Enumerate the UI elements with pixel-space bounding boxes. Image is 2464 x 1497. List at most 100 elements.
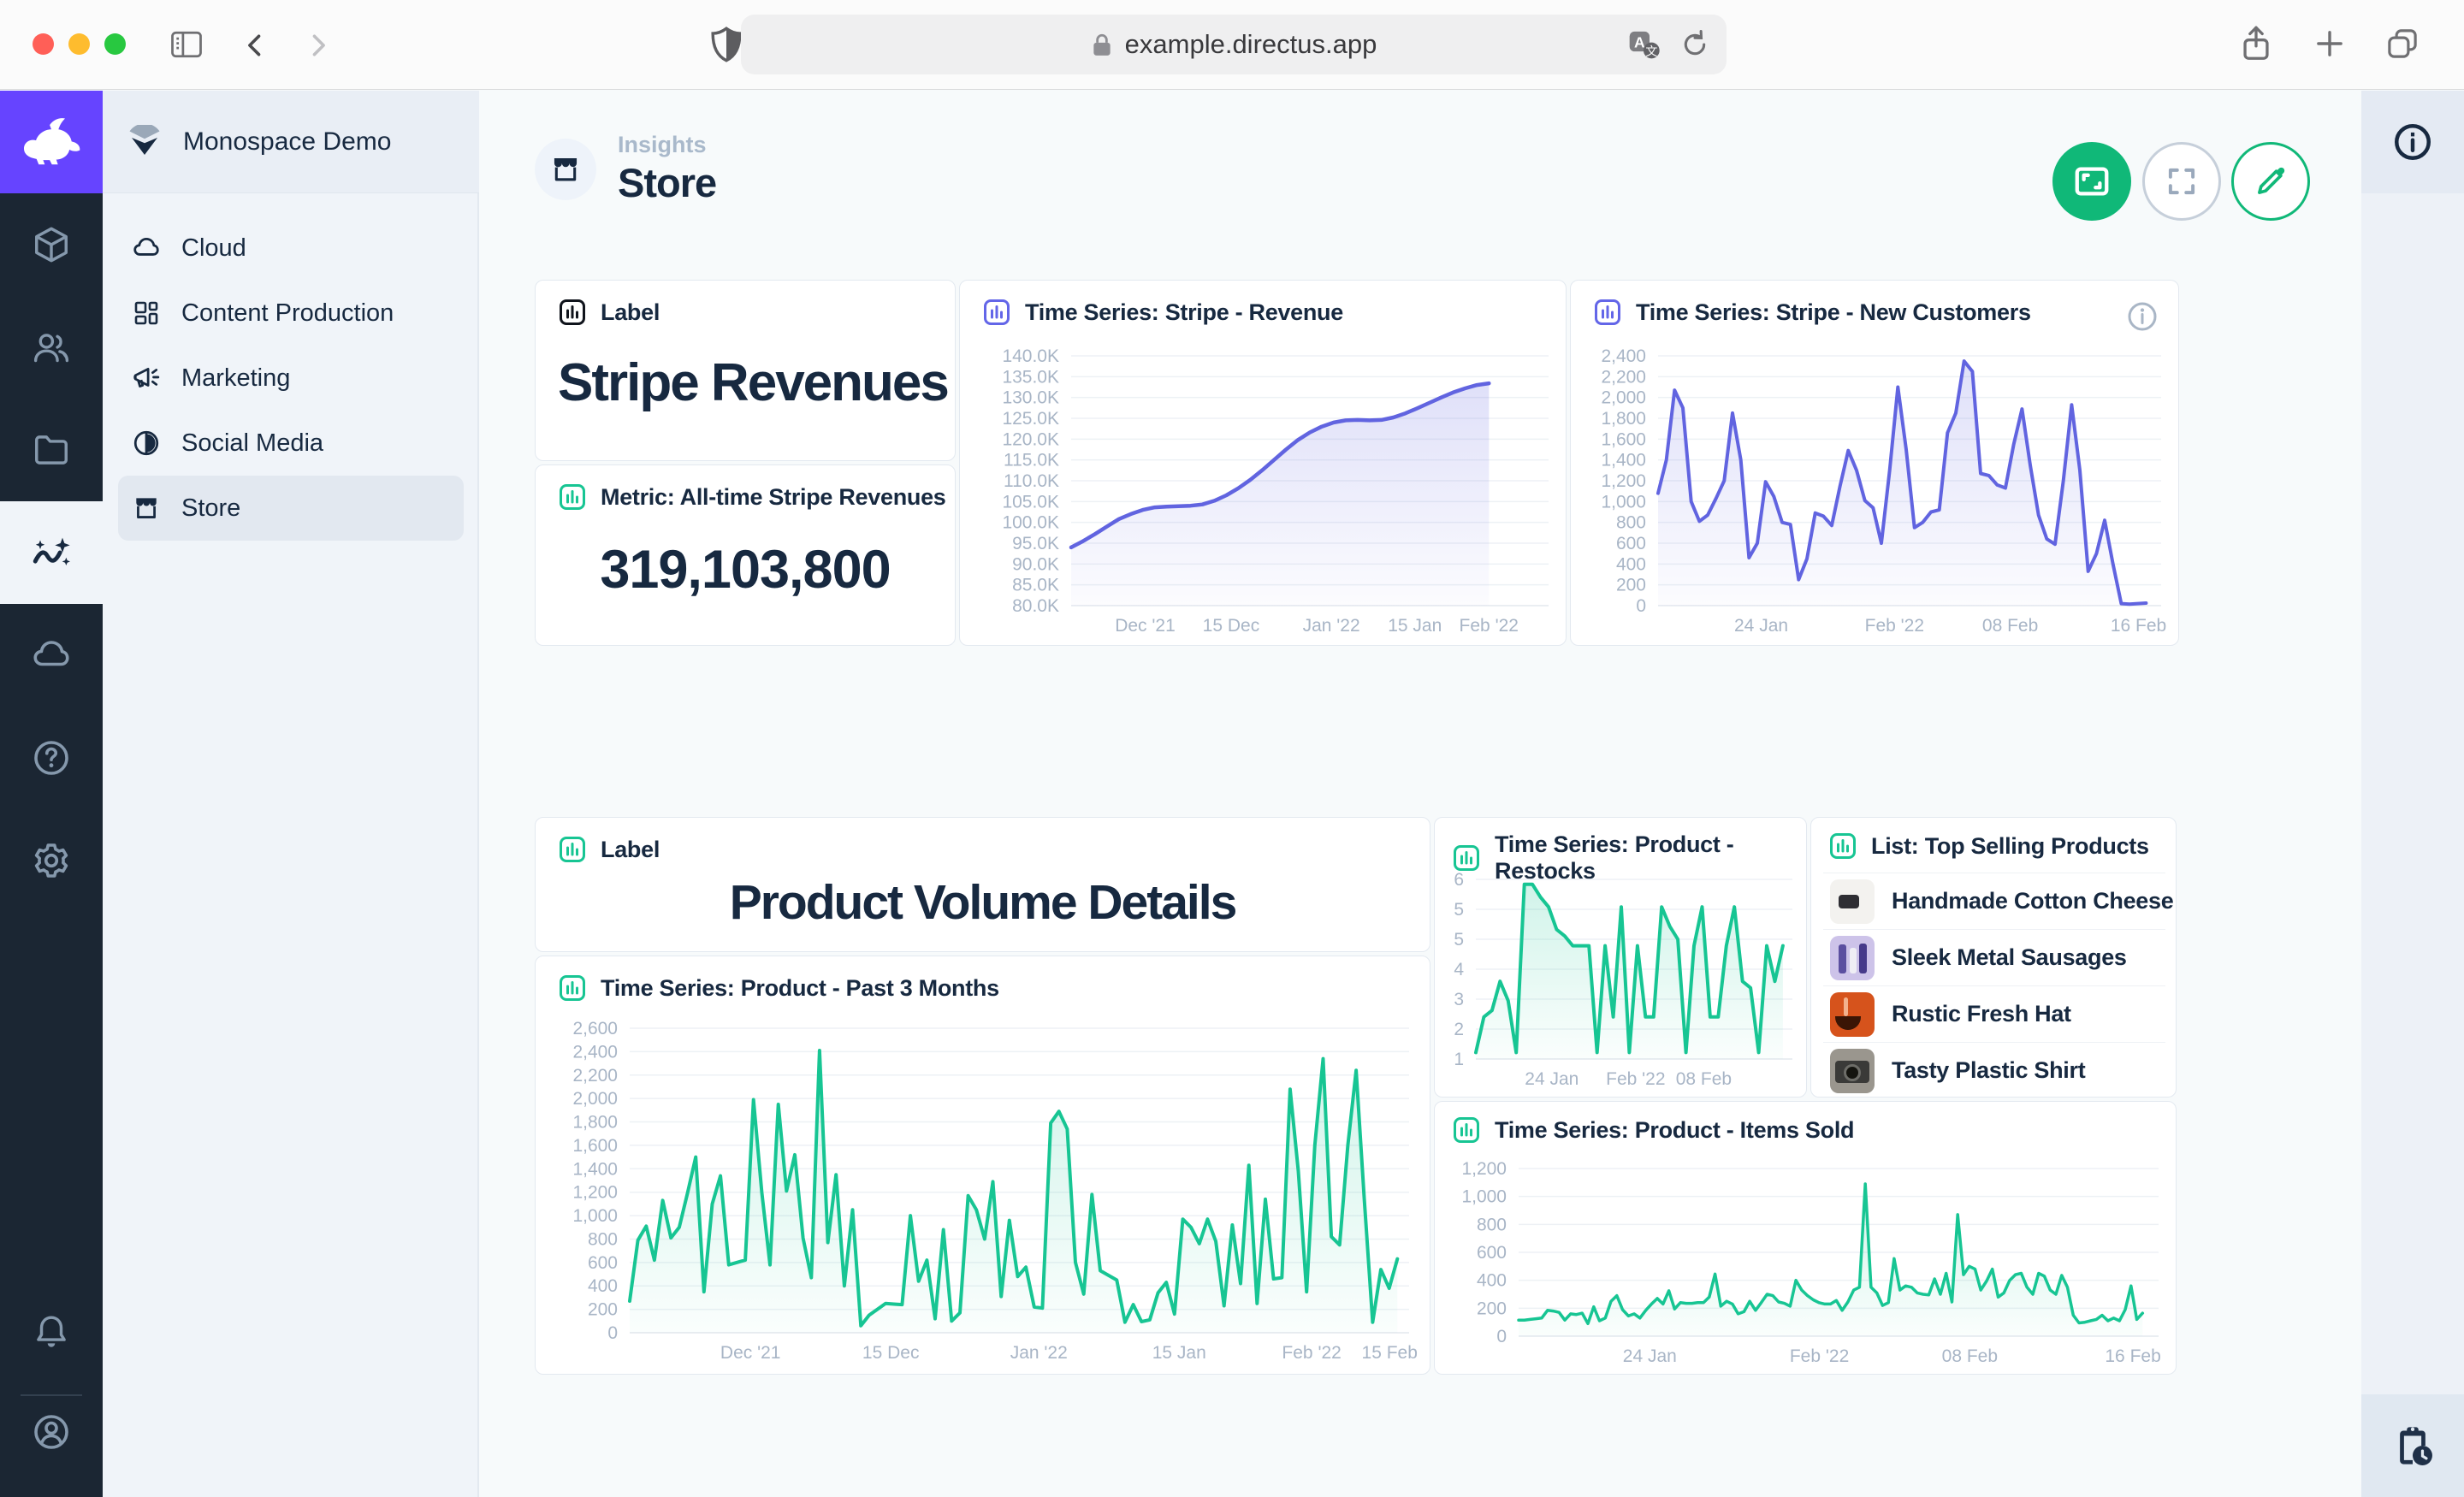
bar-chart-icon — [982, 298, 1011, 327]
svg-text:Jan '22: Jan '22 — [1303, 616, 1360, 636]
items-sold-chart: 1,2001,000800600400200024 JanFeb '2208 F… — [1443, 1162, 2167, 1367]
reload-icon[interactable] — [1679, 28, 1711, 61]
product-name: Tasty Plastic Shirt — [1892, 1057, 2085, 1084]
bar-chart-icon — [558, 973, 587, 1003]
svg-text:2: 2 — [1454, 1020, 1464, 1039]
url-text: example.directus.app — [1125, 29, 1377, 60]
svg-text:600: 600 — [1477, 1243, 1507, 1263]
info-sidebar-button[interactable] — [2361, 91, 2464, 193]
clipboard-clock-icon — [2390, 1423, 2436, 1469]
nav-items: Cloud Content Production — [103, 216, 479, 541]
svg-text:Dec '21: Dec '21 — [720, 1343, 781, 1363]
bar-chart-icon — [558, 835, 587, 864]
module-users-icon[interactable] — [0, 296, 103, 399]
svg-text:95.0K: 95.0K — [1012, 534, 1059, 553]
bar-chart-icon — [1593, 298, 1622, 327]
fullscreen-button[interactable] — [2142, 142, 2221, 221]
svg-text:5: 5 — [1454, 930, 1464, 950]
svg-text:1,600: 1,600 — [1601, 429, 1646, 449]
window-zoom-button[interactable] — [104, 33, 126, 55]
dashboard-grid-icon — [132, 299, 161, 327]
svg-text:2,200: 2,200 — [1601, 367, 1646, 387]
svg-text:140.0K: 140.0K — [1002, 349, 1059, 366]
storefront-icon — [132, 494, 161, 523]
lock-icon — [1091, 32, 1113, 57]
svg-text:16 Feb: 16 Feb — [2111, 616, 2166, 636]
svg-text:08 Feb: 08 Feb — [1676, 1069, 1732, 1089]
panel-label-product-volume: Label Product Volume Details — [535, 817, 1430, 952]
new-tab-icon[interactable] — [2312, 26, 2348, 62]
storefront-icon — [549, 153, 582, 186]
module-content-icon[interactable] — [0, 193, 103, 296]
product-thumbnail — [1830, 879, 1875, 924]
window-close-button[interactable] — [33, 33, 54, 55]
sidebar-item-cloud[interactable]: Cloud — [118, 216, 464, 281]
sidebar-item-marketing[interactable]: Marketing — [118, 346, 464, 411]
svg-text:2,400: 2,400 — [572, 1042, 618, 1062]
sidebar-item-store[interactable]: Store — [118, 476, 464, 541]
module-settings-icon[interactable] — [0, 809, 103, 912]
svg-text:Feb '22: Feb '22 — [1790, 1346, 1849, 1366]
directus-app: Monospace Demo Cloud Content Produ — [0, 91, 2464, 1497]
module-cloud-icon[interactable] — [0, 604, 103, 707]
svg-text:文: 文 — [1645, 44, 1657, 58]
module-insights-icon[interactable] — [0, 501, 103, 604]
svg-text:800: 800 — [588, 1229, 618, 1249]
panel-list-top-selling-products: List: Top Selling Products Handmade Cott… — [1810, 817, 2177, 1098]
module-help-icon[interactable] — [0, 707, 103, 809]
sidebar-item-label: Content Production — [181, 299, 394, 328]
directus-logo[interactable] — [0, 91, 103, 193]
bar-chart-icon — [1452, 843, 1481, 873]
svg-text:135.0K: 135.0K — [1002, 367, 1059, 387]
share-icon[interactable] — [2236, 24, 2276, 63]
breadcrumb[interactable]: Insights — [618, 132, 707, 158]
list-item: Handmade Cotton Cheese — [1823, 873, 2165, 929]
sidebar-item-label: Store — [181, 494, 240, 523]
svg-text:1,200: 1,200 — [1461, 1162, 1507, 1179]
svg-text:15 Feb: 15 Feb — [1362, 1343, 1418, 1363]
metric-value: 319,103,800 — [536, 539, 955, 601]
panel-header: Time Series: Stripe - Revenue — [1025, 299, 1343, 326]
module-files-icon[interactable] — [0, 399, 103, 501]
panel-timeseries-stripe-revenue: Time Series: Stripe - Revenue 140.0K135.… — [959, 280, 1567, 646]
sidebar-item-social-media[interactable]: Social Media — [118, 411, 464, 476]
panel-info-icon[interactable] — [2125, 299, 2159, 334]
user-avatar[interactable] — [0, 1381, 103, 1483]
notifications-bell-icon[interactable] — [0, 1280, 103, 1382]
svg-text:1,200: 1,200 — [572, 1183, 618, 1203]
project-header[interactable]: Monospace Demo — [103, 91, 479, 193]
svg-text:08 Feb: 08 Feb — [1942, 1346, 1998, 1366]
svg-text:Jan '22: Jan '22 — [1010, 1343, 1068, 1363]
bar-chart-icon — [558, 482, 587, 512]
svg-text:400: 400 — [588, 1276, 618, 1296]
svg-text:105.0K: 105.0K — [1002, 492, 1059, 512]
bar-chart-icon — [1452, 1115, 1481, 1145]
page-title: Store — [618, 159, 716, 206]
address-bar[interactable]: example.directus.app A 文 — [741, 15, 1727, 74]
svg-text:15 Jan: 15 Jan — [1388, 616, 1442, 636]
forward-button[interactable] — [301, 29, 334, 62]
translate-icon[interactable]: A 文 — [1626, 27, 1661, 62]
panel-timeseries-restocks: Time Series: Product - Restocks 65543212… — [1434, 817, 1807, 1098]
tab-overview-icon[interactable] — [2384, 25, 2421, 62]
sidebar-item-label: Social Media — [181, 429, 323, 458]
present-mode-button[interactable] — [2052, 142, 2131, 221]
main-content: Insights Store — [481, 91, 2361, 1497]
fullscreen-icon — [2164, 163, 2200, 199]
project-name: Monospace Demo — [183, 127, 391, 157]
svg-text:115.0K: 115.0K — [1004, 451, 1059, 470]
back-button[interactable] — [240, 29, 272, 62]
product-thumbnail — [1830, 992, 1875, 1037]
sidebar-toggle-icon[interactable] — [168, 26, 205, 63]
edit-dashboard-button[interactable] — [2231, 142, 2310, 221]
panel-timeseries-new-customers: Time Series: Stripe - New Customers 2,40… — [1570, 280, 2179, 646]
window-minimize-button[interactable] — [68, 33, 90, 55]
activity-log-button[interactable] — [2361, 1394, 2464, 1497]
dashboard-icon-chip — [535, 139, 596, 200]
svg-text:08 Feb: 08 Feb — [1982, 616, 2038, 636]
panel-timeseries-items-sold: Time Series: Product - Items Sold 1,2001… — [1434, 1101, 2177, 1375]
sidebar-item-content-production[interactable]: Content Production — [118, 281, 464, 346]
svg-text:1,000: 1,000 — [572, 1206, 618, 1226]
pie-chart-icon — [132, 429, 161, 458]
svg-text:400: 400 — [1616, 554, 1646, 574]
